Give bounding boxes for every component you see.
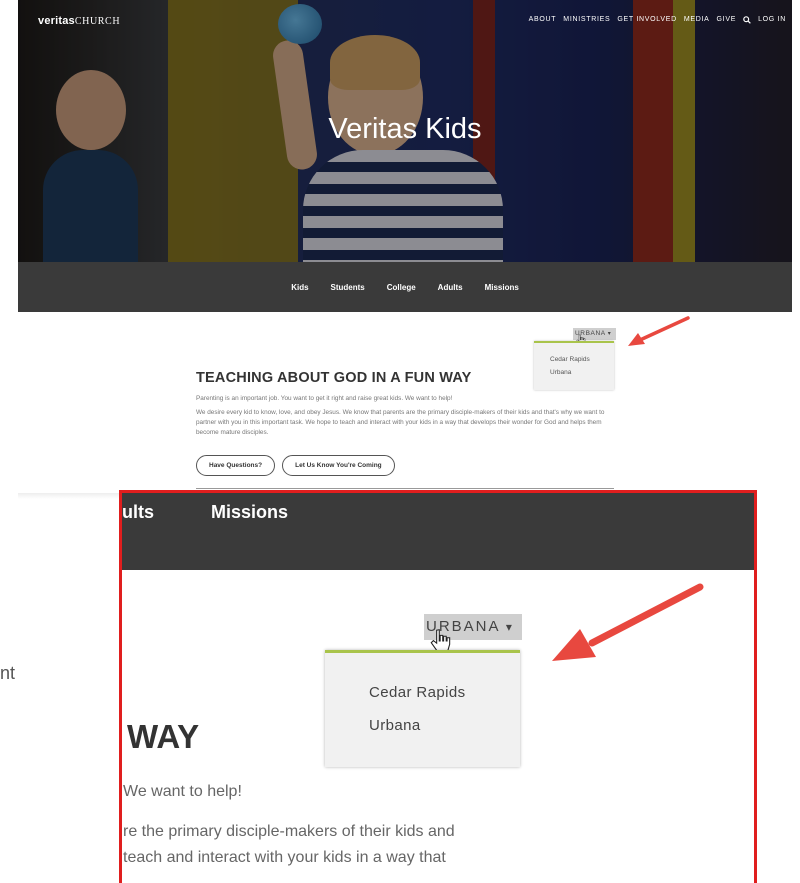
nav-ministries[interactable]: MINISTRIES	[563, 16, 610, 26]
body-text: We desire every kid to know, love, and o…	[196, 409, 605, 436]
top-nav: ABOUT MINISTRIES GET INVOLVED MEDIA GIVE…	[529, 16, 786, 26]
divider	[196, 488, 614, 489]
main-content: TEACHING ABOUT GOD IN A FUN WAY Parentin…	[196, 370, 616, 438]
subnav-missions[interactable]: Missions	[485, 283, 519, 292]
zoom-heading: WAY	[127, 718, 200, 755]
chevron-down-icon: ▾	[607, 331, 612, 337]
annotation-arrow-icon	[628, 316, 690, 346]
subnav-college[interactable]: College	[387, 283, 416, 292]
logo-light: CHURCH	[74, 16, 121, 27]
nav-get-involved[interactable]: GET INVOLVED	[617, 16, 677, 26]
cta-buttons: Have Questions? Let Us Know You're Comin…	[196, 455, 395, 476]
site-logo[interactable]: veritasCHURCH	[38, 15, 120, 27]
nav-give[interactable]: GIVE	[717, 16, 737, 26]
intro-text: Parenting is an important job. You want …	[196, 395, 453, 402]
zoom-body-line: re the primary disciple-makers of their …	[123, 823, 455, 840]
zoom-option-urbana[interactable]: Urbana	[369, 717, 421, 734]
search-icon[interactable]	[743, 16, 751, 26]
zoom-location-menu: Cedar Rapids Urbana	[325, 650, 520, 767]
zoom-callout: ults Missions URBANA ▾ Cedar Rapids Urba…	[119, 490, 757, 883]
zoom-body-line: teach and interact with your kids in a w…	[123, 849, 446, 866]
subnav-students[interactable]: Students	[331, 283, 365, 292]
zoom-subnav-adults[interactable]: ults	[122, 502, 154, 523]
shadow-divider	[18, 493, 119, 499]
location-option-cedar-rapids[interactable]: Cedar Rapids	[534, 356, 614, 363]
nav-log-in[interactable]: LOG IN	[758, 16, 786, 26]
zoom-subnav-missions[interactable]: Missions	[211, 502, 288, 523]
logo-bold: veritas	[38, 15, 75, 27]
website-screenshot: veritasCHURCH ABOUT MINISTRIES GET INVOL…	[18, 0, 792, 497]
zoom-subnav: ults Missions	[122, 493, 754, 570]
cropped-text: nt	[0, 663, 16, 683]
nav-about[interactable]: ABOUT	[529, 16, 557, 26]
ministry-subnav: Kids Students College Adults Missions	[18, 262, 792, 312]
section-heading: TEACHING ABOUT GOD IN A FUN WAY	[196, 370, 472, 386]
zoom-option-cedar-rapids[interactable]: Cedar Rapids	[369, 684, 466, 701]
hero-banner: veritasCHURCH ABOUT MINISTRIES GET INVOL…	[18, 0, 792, 262]
subnav-kids[interactable]: Kids	[291, 283, 308, 292]
let-us-know-button[interactable]: Let Us Know You're Coming	[282, 455, 395, 476]
zoom-intro-text: We want to help!	[123, 783, 242, 800]
chevron-down-icon: ▾	[505, 620, 512, 634]
subnav-adults[interactable]: Adults	[438, 283, 463, 292]
hero-title: Veritas Kids	[328, 113, 482, 145]
nav-media[interactable]: MEDIA	[684, 16, 710, 26]
annotation-arrow-icon	[552, 583, 704, 661]
have-questions-button[interactable]: Have Questions?	[196, 455, 276, 476]
